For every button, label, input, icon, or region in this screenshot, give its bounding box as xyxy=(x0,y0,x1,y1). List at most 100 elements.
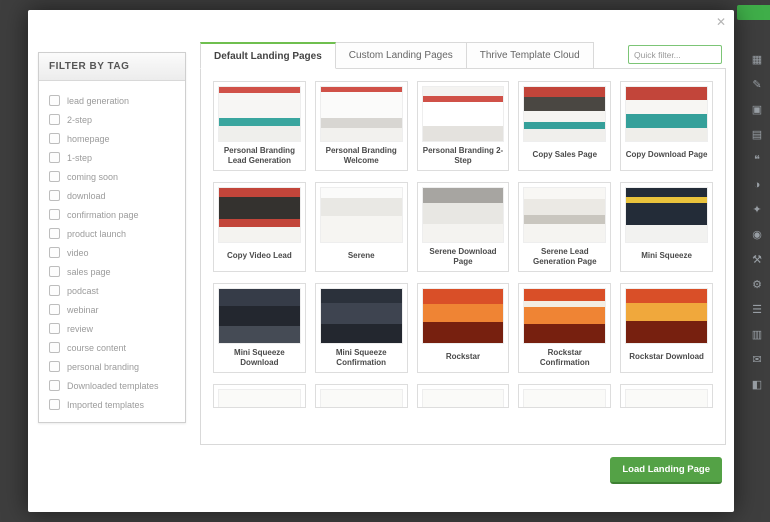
tools-icon[interactable]: ⚒ xyxy=(750,254,764,266)
posts-icon[interactable]: ✎ xyxy=(750,79,764,91)
tag-checkbox[interactable] xyxy=(49,342,60,353)
template-thumbnail xyxy=(421,86,505,142)
settings-icon[interactable]: ⚙ xyxy=(750,279,764,291)
template-name: Copy Sales Page xyxy=(532,150,598,159)
tag-checkbox[interactable] xyxy=(49,152,60,163)
tag-row-downloaded-templates[interactable]: Downloaded templates xyxy=(49,376,175,395)
tag-row-podcast[interactable]: podcast xyxy=(49,281,175,300)
tab-default-landing-pages[interactable]: Default Landing Pages xyxy=(200,42,336,69)
tag-checkbox[interactable] xyxy=(49,95,60,106)
load-landing-page-button[interactable]: Load Landing Page xyxy=(610,457,722,484)
template-name: Copy Download Page xyxy=(625,150,708,159)
template-card-copy-download-page[interactable]: Copy Download Page xyxy=(620,81,713,171)
tag-checkbox[interactable] xyxy=(49,114,60,125)
template-card-serene-lead-generation-page[interactable]: Serene Lead Generation Page xyxy=(518,182,612,272)
tag-checkbox[interactable] xyxy=(49,323,60,334)
tag-label: personal branding xyxy=(67,361,140,372)
template-card-serene[interactable]: Serene xyxy=(314,182,408,272)
tag-checkbox[interactable] xyxy=(49,266,60,277)
template-card-personal-branding-2-step[interactable]: Personal Branding 2-Step xyxy=(416,81,510,171)
template-card-copy-video-lead[interactable]: Copy Video Lead xyxy=(213,182,306,272)
tag-list: lead generation 2-step homepage 1-step c… xyxy=(39,81,185,422)
tag-label: product launch xyxy=(67,228,127,239)
template-card-mini-squeeze-download[interactable]: Mini Squeeze Download xyxy=(213,283,306,373)
users-icon[interactable]: ◉ xyxy=(750,229,764,241)
tag-checkbox[interactable] xyxy=(49,247,60,258)
template-card-rockstar-confirmation[interactable]: Rockstar Confirmation xyxy=(518,283,612,373)
template-card-personal-branding-lead-generation[interactable]: Personal Branding Lead Generation xyxy=(213,81,306,171)
template-card-serene-download-page[interactable]: Serene Download Page xyxy=(416,182,510,272)
template-card-mini-squeeze-confirmation[interactable]: Mini Squeeze Confirmation xyxy=(314,283,408,373)
pages-icon[interactable]: ▤ xyxy=(750,129,764,141)
template-name: Rockstar Confirmation xyxy=(539,348,590,367)
template-card-personal-branding-welcome[interactable]: Personal Branding Welcome xyxy=(314,81,408,171)
tag-checkbox[interactable] xyxy=(49,304,60,315)
mail-icon[interactable]: ✉ xyxy=(750,354,764,366)
tag-checkbox[interactable] xyxy=(49,228,60,239)
template-card-partial[interactable] xyxy=(518,384,612,408)
template-name: Serene Download Page xyxy=(429,247,497,266)
tag-label: 1-step xyxy=(67,152,93,163)
plugins-icon[interactable]: ✦ xyxy=(750,204,764,216)
template-name: Mini Squeeze xyxy=(641,251,692,260)
tag-label: 2-step xyxy=(67,114,93,125)
tag-row-review[interactable]: review xyxy=(49,319,175,338)
media-icon[interactable]: ▣ xyxy=(750,104,764,116)
tag-label: download xyxy=(67,190,106,201)
tag-checkbox[interactable] xyxy=(49,171,60,182)
tag-row-webinar[interactable]: webinar xyxy=(49,300,175,319)
close-icon[interactable]: ✕ xyxy=(716,16,726,28)
template-card-partial[interactable] xyxy=(213,384,306,408)
tag-label: lead generation xyxy=(67,95,130,106)
collapse-icon[interactable]: ◧ xyxy=(750,379,764,391)
tag-checkbox[interactable] xyxy=(49,209,60,220)
tag-checkbox[interactable] xyxy=(49,285,60,296)
tag-label: sales page xyxy=(67,266,111,277)
tag-checkbox[interactable] xyxy=(49,361,60,372)
template-card-partial[interactable] xyxy=(416,384,510,408)
template-card-rockstar[interactable]: Rockstar xyxy=(416,283,510,373)
dashboard-icon[interactable]: ▦ xyxy=(750,54,764,66)
template-thumbnail xyxy=(319,187,403,243)
template-thumbnail xyxy=(523,86,607,142)
admin-sidebar: ▦ ✎ ▣ ▤ ❝ ◑ ✦ ◉ ⚒ ⚙ ☰ ▥ ✉ ◧ xyxy=(750,54,764,391)
template-name: Rockstar Download xyxy=(629,352,704,361)
tag-row-video[interactable]: video xyxy=(49,243,175,262)
tag-label: review xyxy=(67,323,94,334)
comments-icon[interactable]: ❝ xyxy=(750,154,764,166)
tag-row-1-step[interactable]: 1-step xyxy=(49,148,175,167)
tag-label: homepage xyxy=(67,133,110,144)
template-thumbnail xyxy=(218,288,301,344)
admin-bar-fragment[interactable] xyxy=(737,5,770,20)
appearance-icon[interactable]: ◑ xyxy=(750,179,764,191)
tag-row-coming-soon[interactable]: coming soon xyxy=(49,167,175,186)
tag-row-homepage[interactable]: homepage xyxy=(49,129,175,148)
tag-row-2-step[interactable]: 2-step xyxy=(49,110,175,129)
tag-checkbox[interactable] xyxy=(49,190,60,201)
quick-filter-input[interactable] xyxy=(628,45,722,64)
filter-by-tag-panel: FILTER BY TAG lead generation 2-step hom… xyxy=(38,52,186,423)
tag-row-sales-page[interactable]: sales page xyxy=(49,262,175,281)
tag-row-imported-templates[interactable]: Imported templates xyxy=(49,395,175,414)
tag-row-download[interactable]: download xyxy=(49,186,175,205)
tag-checkbox[interactable] xyxy=(49,399,60,410)
menu-icon[interactable]: ☰ xyxy=(750,304,764,316)
template-card-rockstar-download[interactable]: Rockstar Download xyxy=(620,283,713,373)
template-card-partial[interactable] xyxy=(620,384,713,408)
template-thumbnail xyxy=(218,86,301,142)
tag-row-personal-branding[interactable]: personal branding xyxy=(49,357,175,376)
template-card-copy-sales-page[interactable]: Copy Sales Page xyxy=(518,81,612,171)
tag-row-confirmation-page[interactable]: confirmation page xyxy=(49,205,175,224)
analytics-icon[interactable]: ▥ xyxy=(750,329,764,341)
tab-custom-landing-pages[interactable]: Custom Landing Pages xyxy=(335,42,467,69)
template-card-partial[interactable] xyxy=(314,384,408,408)
template-name: Mini Squeeze Confirmation xyxy=(335,348,387,367)
template-thumbnail xyxy=(421,389,505,407)
tag-row-course-content[interactable]: course content xyxy=(49,338,175,357)
tag-checkbox[interactable] xyxy=(49,380,60,391)
tab-thrive-template-cloud[interactable]: Thrive Template Cloud xyxy=(466,42,594,69)
tag-row-lead-generation[interactable]: lead generation xyxy=(49,91,175,110)
template-card-mini-squeeze[interactable]: Mini Squeeze xyxy=(620,182,713,272)
tag-row-product-launch[interactable]: product launch xyxy=(49,224,175,243)
tag-checkbox[interactable] xyxy=(49,133,60,144)
